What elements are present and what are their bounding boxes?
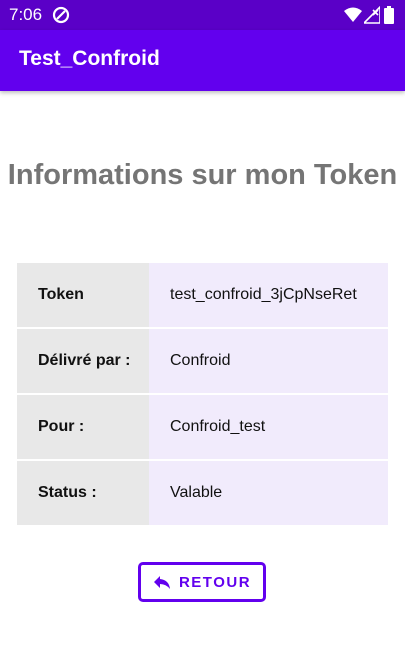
- reply-arrow-icon: [153, 576, 170, 589]
- table-row-token: Token test_confroid_3jCpNseRet: [17, 263, 388, 327]
- status-time: 7:06: [9, 5, 43, 24]
- data-saver-icon: [52, 6, 70, 24]
- row-label: Délivré par :: [17, 329, 149, 393]
- row-value: Confroid_test: [149, 395, 388, 459]
- token-info-table: Token test_confroid_3jCpNseRet Délivré p…: [17, 263, 388, 527]
- back-button[interactable]: RETOUR: [138, 562, 266, 602]
- page-title: Informations sur mon Token: [7, 159, 398, 191]
- table-row-recipient: Pour : Confroid_test: [17, 395, 388, 459]
- app-title: Test_Confroid: [19, 47, 160, 70]
- wifi-icon: [344, 7, 362, 22]
- row-value: test_confroid_3jCpNseRet: [149, 263, 388, 327]
- row-label: Token: [17, 263, 149, 327]
- row-value: Confroid: [149, 329, 388, 393]
- table-row-status: Status : Valable: [17, 461, 388, 525]
- row-label: Status :: [17, 461, 149, 525]
- signal-icon: [364, 6, 380, 24]
- app-bar: Test_Confroid: [0, 30, 405, 91]
- row-label: Pour :: [17, 395, 149, 459]
- table-row-issuer: Délivré par : Confroid: [17, 329, 388, 393]
- row-value: Valable: [149, 461, 388, 525]
- status-bar: 7:06: [0, 0, 405, 30]
- back-button-label: RETOUR: [178, 573, 252, 591]
- battery-icon: [384, 6, 394, 24]
